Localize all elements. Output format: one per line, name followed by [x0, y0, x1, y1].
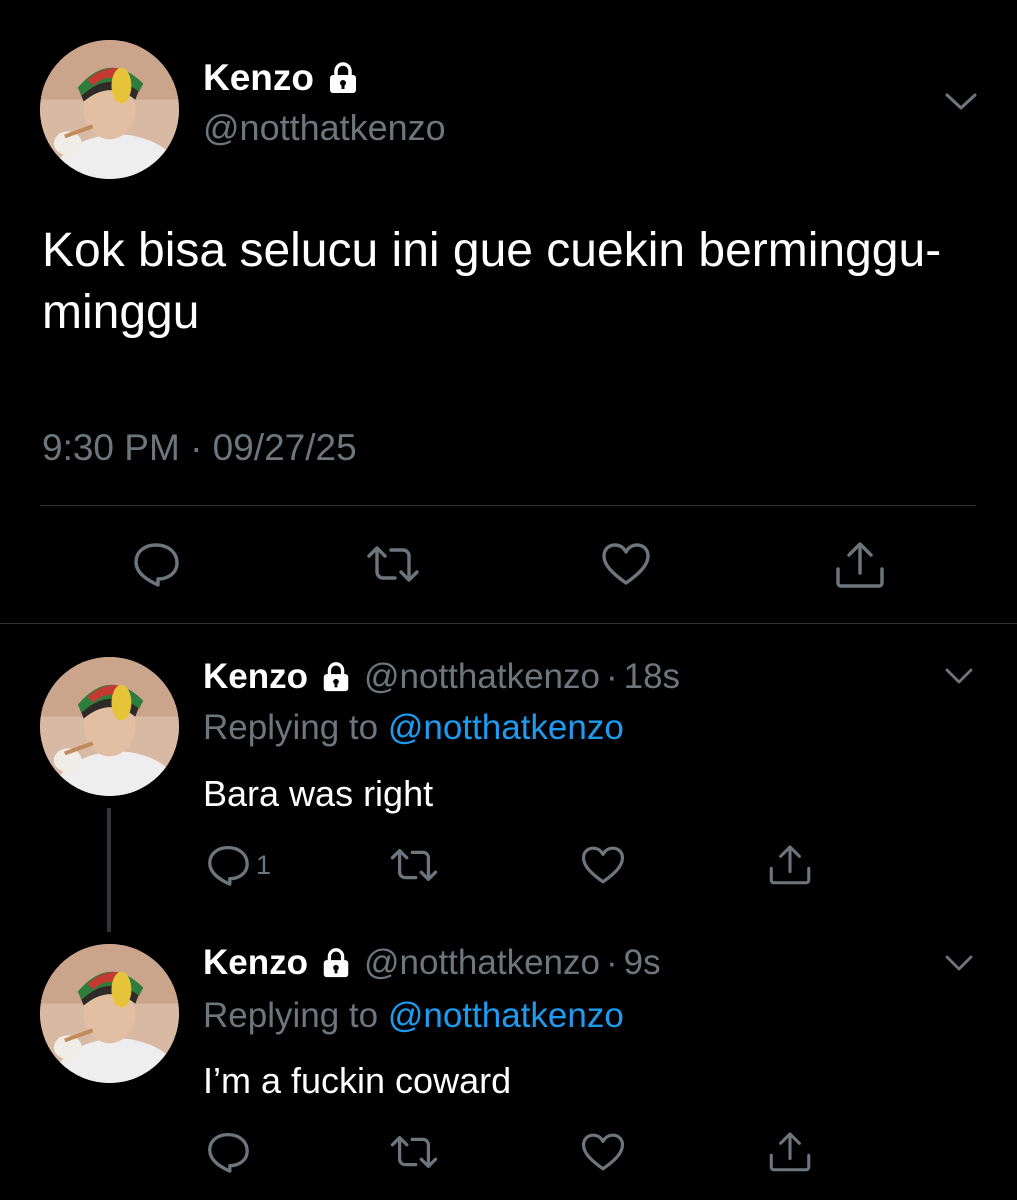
retweet-button[interactable] — [386, 843, 442, 887]
main-tweet-text: Kok bisa selucu ini gue cuekin berminggu… — [42, 224, 942, 339]
divider — [0, 623, 1017, 624]
like-icon — [581, 846, 625, 884]
reply-header: Kenzo @notthatkenzo · 9s — [203, 942, 661, 984]
share-icon — [769, 845, 811, 885]
avatar-photo — [40, 657, 179, 796]
reply-author-handle[interactable]: @notthatkenzo — [364, 656, 600, 698]
reply-author-handle[interactable]: @notthatkenzo — [364, 942, 600, 984]
reply-text: Bara was right — [203, 773, 434, 814]
retweet-icon — [390, 848, 438, 882]
retweet-icon — [367, 546, 419, 582]
reply-timestamp[interactable]: 18s — [624, 656, 680, 698]
reply-icon — [208, 846, 249, 886]
reply-author-name[interactable]: Kenzo — [203, 656, 308, 698]
replying-to: Replying to @notthatkenzo — [203, 995, 624, 1037]
reply-author-name[interactable]: Kenzo — [203, 942, 308, 984]
reply-icon — [208, 1133, 249, 1173]
lock-icon — [320, 661, 352, 693]
main-tweet-timestamp[interactable]: 9:30 PM · 09/27/25 — [42, 425, 357, 471]
reply-avatar[interactable] — [40, 944, 179, 1083]
thread-connector — [107, 808, 111, 932]
reply-avatar[interactable] — [40, 657, 179, 796]
like-button[interactable] — [579, 1130, 627, 1174]
reply-button[interactable]: 1 — [206, 843, 276, 887]
reply-header: Kenzo @notthatkenzo · 18s — [203, 656, 680, 698]
share-button[interactable] — [832, 538, 888, 590]
replying-label: Replying to — [203, 996, 379, 1035]
replying-label: Replying to — [203, 708, 379, 747]
chevron-down-icon[interactable] — [944, 88, 978, 114]
separator-dot: · — [605, 657, 618, 696]
like-icon — [602, 543, 650, 585]
lock-icon — [326, 61, 360, 95]
reply-button[interactable] — [206, 1130, 254, 1174]
like-button[interactable] — [598, 540, 654, 588]
share-button[interactable] — [766, 1127, 814, 1175]
replying-handle-link[interactable]: @notthatkenzo — [388, 996, 624, 1035]
retweet-button[interactable] — [386, 1130, 442, 1174]
retweet-icon — [390, 1135, 438, 1169]
like-button[interactable] — [579, 843, 627, 887]
share-icon — [769, 1132, 811, 1172]
separator-dot: · — [605, 943, 618, 982]
reply-timestamp[interactable]: 9s — [624, 942, 661, 984]
reply-button[interactable] — [130, 540, 182, 588]
chevron-down-icon[interactable] — [944, 952, 974, 974]
retweet-button[interactable] — [362, 540, 424, 588]
reply-text: I’m a fuckin coward — [203, 1060, 512, 1101]
avatar-photo — [40, 944, 179, 1083]
chevron-down-icon[interactable] — [944, 665, 974, 687]
main-author-name[interactable]: Kenzo — [203, 56, 314, 100]
avatar-photo — [40, 40, 179, 179]
reply-count: 1 — [256, 849, 272, 880]
lock-icon — [320, 947, 352, 979]
main-avatar[interactable] — [40, 40, 179, 179]
replying-to: Replying to @notthatkenzo — [203, 707, 624, 749]
main-author[interactable]: Kenzo — [203, 56, 360, 100]
replying-handle-link[interactable]: @notthatkenzo — [388, 708, 624, 747]
share-button[interactable] — [766, 840, 814, 888]
share-icon — [836, 542, 884, 588]
like-icon — [581, 1133, 625, 1171]
reply-icon — [134, 543, 179, 587]
main-author-handle[interactable]: @notthatkenzo — [203, 106, 446, 150]
divider — [40, 505, 976, 506]
